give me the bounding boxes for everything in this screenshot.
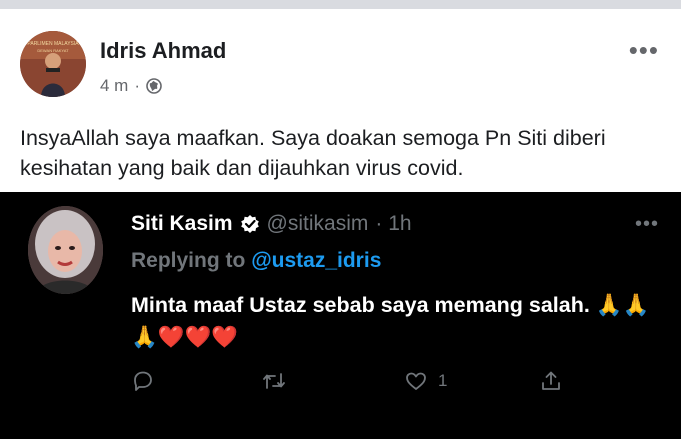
share-icon: [539, 369, 563, 393]
tweet-handle[interactable]: @sitikasim: [267, 212, 369, 236]
svg-text:PARLIMEN MALAYSIA: PARLIMEN MALAYSIA: [27, 41, 79, 47]
share-button[interactable]: [539, 369, 563, 393]
verified-badge-icon: [240, 214, 260, 234]
heart-icon: [404, 369, 428, 393]
svg-text:DEWAN RAKYAT: DEWAN RAKYAT: [37, 48, 69, 53]
like-count: 1: [438, 371, 448, 390]
tweet-author-name[interactable]: Siti Kasim: [131, 212, 233, 236]
post-time[interactable]: 4 m: [100, 76, 128, 96]
facebook-post: PARLIMEN MALAYSIA DEWAN RAKYAT Idris Ahm…: [0, 9, 681, 192]
reply-icon: [131, 369, 155, 393]
tweet-author-avatar[interactable]: [28, 206, 103, 294]
tweet-more-icon[interactable]: •••: [635, 214, 659, 234]
author-name[interactable]: Idris Ahmad: [100, 38, 226, 64]
tweet-actions: 1: [131, 369, 581, 399]
globe-icon: [146, 78, 162, 94]
embedded-tweet: Siti Kasim @sitikasim · 1h ••• Replying …: [0, 192, 681, 439]
like-button[interactable]: 1: [404, 369, 447, 393]
top-divider: [0, 0, 681, 9]
tweet-header: Siti Kasim @sitikasim · 1h: [131, 212, 412, 236]
retweet-button[interactable]: [261, 369, 287, 393]
tweet-time[interactable]: · 1h: [375, 212, 411, 236]
author-avatar[interactable]: PARLIMEN MALAYSIA DEWAN RAKYAT: [20, 31, 86, 97]
tweet-text: Minta maaf Ustaz sebab saya memang salah…: [131, 293, 650, 349]
post-meta: 4 m ·: [100, 76, 162, 96]
more-options-icon[interactable]: •••: [629, 37, 659, 63]
reply-button[interactable]: [131, 369, 155, 393]
replying-to-mention[interactable]: @ustaz_idris: [251, 249, 381, 272]
post-text: InsyaAllah saya maafkan. Saya doakan sem…: [20, 126, 606, 180]
retweet-icon: [261, 369, 287, 393]
replying-to: Replying to @ustaz_idris: [131, 249, 381, 273]
replying-to-label: Replying to: [131, 249, 246, 272]
meta-separator: ·: [134, 76, 141, 95]
